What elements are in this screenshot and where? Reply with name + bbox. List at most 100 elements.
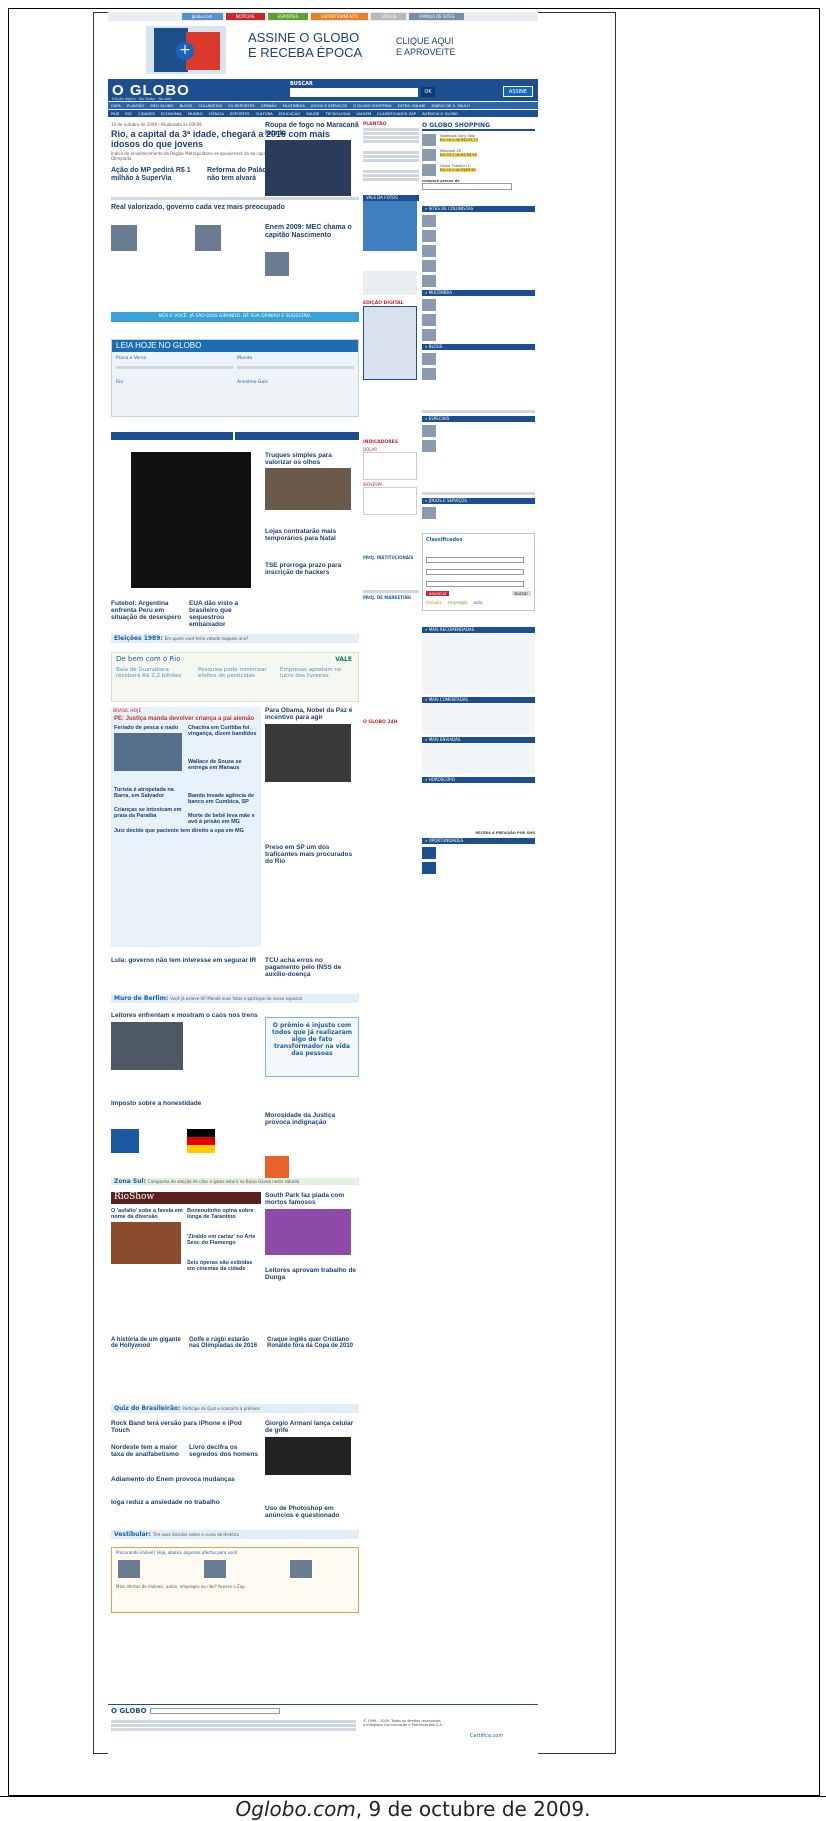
headline-morosidade[interactable]: Morosidade da Justiça provoca indignação [265, 1112, 359, 1126]
headline-wallace[interactable]: Wallace de Souza se entrega em Manaus [188, 759, 258, 771]
headline-leitores[interactable]: Leitores enfrentam e mostram o caos nos … [111, 1012, 261, 1019]
especial-1[interactable] [422, 425, 436, 437]
oportunidade-1[interactable] [422, 847, 436, 859]
section-item-6[interactable]: ESPORTES [230, 110, 250, 117]
headline-craque[interactable]: Craque inglês quer Cristiano Ronaldo for… [267, 1337, 357, 1349]
headline-golfe[interactable]: Golfe e rúgbi estarão nas Olimpíadas de … [189, 1337, 261, 1349]
headline-feriado[interactable]: Feriado de pesca e nado [114, 725, 184, 731]
headline-bando[interactable]: Bando invade agência de banco em Cumbica… [188, 793, 258, 805]
media-1[interactable] [422, 299, 436, 311]
headline-imposto[interactable]: Imposto sobre a honestidade [111, 1100, 261, 1107]
opt-web[interactable]: Na web [158, 97, 171, 101]
leia-ancelmo[interactable]: Ancelmo Gois [237, 380, 354, 385]
columnist-5[interactable] [422, 275, 436, 287]
section-item-12[interactable]: CLASSIFICADOS ZAP [377, 110, 416, 117]
headline-obama[interactable]: Para Obama, Nobel da Paz é incentivo par… [265, 707, 359, 721]
nav-item-3[interactable]: BLOGS [180, 102, 193, 109]
section-item-8[interactable]: EDUCAÇÃO [279, 110, 300, 117]
headline-supervia[interactable]: Ação do MP pedirá R$ 1 milhão à SuperVia [111, 167, 201, 183]
headline-olhos[interactable]: Truques simples para valorizar os olhos [265, 452, 359, 466]
headline-operas[interactable]: Seis óperas são exibidas em cinemas da c… [187, 1260, 259, 1272]
section-item-11[interactable]: VIAGEM [356, 110, 371, 117]
blogs-header[interactable]: » BLOGS [422, 344, 535, 350]
headline-ioga[interactable]: Ioga reduz a ansiedade no trabalho [111, 1499, 261, 1506]
leia-mundo[interactable]: Mundo [237, 356, 354, 361]
headline-boneoutinho[interactable]: Boneoutinho opina sobre longa de Taranti… [187, 1208, 259, 1220]
modelo-select[interactable] [426, 569, 524, 575]
nav-item-4[interactable]: COLUNISTAS [198, 102, 222, 109]
zap-more[interactable]: Mais ofertas de imóveis, autos, empregos… [112, 1581, 358, 1592]
rioshow-logo[interactable]: RioShow [111, 1192, 261, 1204]
headline-chacina[interactable]: Chacina em Curitiba foi vingança, dizem … [188, 725, 258, 737]
fotos-image[interactable] [363, 201, 417, 251]
search-input[interactable] [290, 88, 418, 97]
blog-2[interactable] [422, 368, 436, 380]
headline-hollywood[interactable]: A história de um gigante de Hollywood [111, 1337, 183, 1349]
opt-digital[interactable]: Edição digital [112, 97, 136, 101]
headline-lula[interactable]: Lula: governo não tem interesse em segur… [111, 957, 261, 964]
vale-story-1[interactable]: Baía de Guanabara receberá R$ 2,2 bilhõe… [116, 667, 190, 679]
horoscopo-header[interactable]: » HORÓSCOPO [422, 777, 535, 783]
zap-empregos[interactable]: empregos [447, 600, 467, 605]
imovel-1[interactable] [118, 1560, 140, 1578]
jogos-header[interactable]: » JOGOS E SERVIÇOS [422, 498, 535, 504]
section-item-2[interactable]: CIDADES [138, 110, 155, 117]
headline-livro[interactable]: Livro decifra os segredos dos homens [189, 1444, 261, 1458]
topbar-videos[interactable]: VÍDEOS [371, 13, 407, 20]
vale-story-3[interactable]: Empresas apostam no lucro das livreiras [280, 667, 354, 679]
section-item-10[interactable]: TECNOLOGIA [325, 110, 350, 117]
headline-nordeste[interactable]: Nordeste tem a maior taxa de analfabetis… [111, 1444, 183, 1458]
opinion-cta[interactable]: NÓS E VOCÊ. JÁ SÃO DOIS GIRANDO. DÊ SUA … [111, 312, 359, 322]
comentadas-header[interactable]: » MAIS COMENTADAS [422, 697, 535, 703]
headline-juiz[interactable]: Juiz decide que paciente tem direito a s… [111, 828, 261, 834]
headline-photoshop[interactable]: Uso de Photoshop em anúncios é questiona… [265, 1505, 359, 1519]
compare-input[interactable] [422, 183, 512, 190]
headline-criancas[interactable]: Crianças se intoxicam em praia da Paraíb… [114, 807, 184, 819]
headline-asfalto[interactable]: O 'asfalto' sobe a favela em nome da div… [111, 1208, 183, 1220]
zona-sul-bar[interactable]: Zona Sul: Campanha de adoção de cães e g… [111, 1178, 359, 1185]
multimidia-header[interactable]: » MULTIMÍDIA [422, 290, 535, 296]
digital-ad-2[interactable] [235, 432, 359, 440]
assinante-box[interactable] [363, 271, 417, 295]
certifica-logo[interactable]: Certifica.com [470, 1733, 503, 1739]
headline-pe[interactable]: PE: Justiça manda devolver criança a pai… [111, 716, 261, 722]
section-item-4[interactable]: MUNDO [188, 110, 203, 117]
imovel-2[interactable] [204, 1560, 226, 1578]
nav-item-7[interactable]: MULTIMÍDIA [283, 102, 305, 109]
estado-select[interactable] [426, 581, 524, 587]
nav-item-2[interactable]: MEU GLOBO [150, 102, 173, 109]
columnist-4[interactable] [422, 260, 436, 272]
motorola-thumb[interactable] [422, 149, 436, 161]
headline-eua[interactable]: EUA dão visto a brasileiro que sequestro… [189, 600, 261, 628]
search-ok-button[interactable]: OK [421, 87, 435, 97]
topbar-globo[interactable]: globo.com [181, 13, 223, 20]
headline-turista[interactable]: Turista é atropelada na Barra, em Salvad… [114, 787, 184, 799]
oportunidades-header[interactable]: » OPORTUNIDADES [422, 838, 535, 844]
edicao-digital-thumb[interactable] [363, 306, 417, 380]
columnist-1[interactable] [422, 215, 436, 227]
blog-1[interactable] [422, 353, 436, 365]
receba-previsao[interactable]: RECEBA A PREVISÃO POR SMS [422, 831, 535, 835]
headline-southpark[interactable]: South Park faz piada com mortos famosos [265, 1192, 359, 1206]
zap-auto[interactable]: auto [473, 600, 482, 605]
vale-story-2[interactable]: Pesquisa pode minimizar efeitos de pesti… [198, 667, 272, 679]
nav-item-10[interactable]: EXTRA ONLINE [398, 102, 426, 109]
footer-logo[interactable]: O GLOBO [111, 1707, 147, 1715]
hometheater-thumb[interactable] [422, 164, 436, 176]
media-2[interactable] [422, 314, 436, 326]
section-item-0[interactable]: PAÍS [111, 110, 119, 117]
section-item-7[interactable]: CULTURA [256, 110, 273, 117]
digital-ad-1[interactable] [111, 432, 233, 440]
leia-prosa[interactable]: Prosa e Verso [116, 356, 233, 361]
imovel-3[interactable] [290, 1560, 312, 1578]
topbar-esportes[interactable]: ESPORTES [267, 13, 309, 20]
leia-rio[interactable]: Rio [116, 380, 233, 385]
oportunidade-2[interactable] [422, 862, 436, 874]
section-item-3[interactable]: ECONOMIA [161, 110, 182, 117]
topbar-entretenimento[interactable]: ENTRETENIMENTO [311, 13, 369, 20]
enviadas-header[interactable]: » MAIS ENVIADAS [422, 737, 535, 743]
quiz-bar[interactable]: Quiz do Brasileirão: Participe do Quiz e… [111, 1404, 359, 1413]
anunciar-button[interactable]: anunciar [426, 591, 450, 596]
section-item-13[interactable]: AGÊNCIA O GLOBO [422, 110, 458, 117]
columnist-3[interactable] [422, 245, 436, 257]
